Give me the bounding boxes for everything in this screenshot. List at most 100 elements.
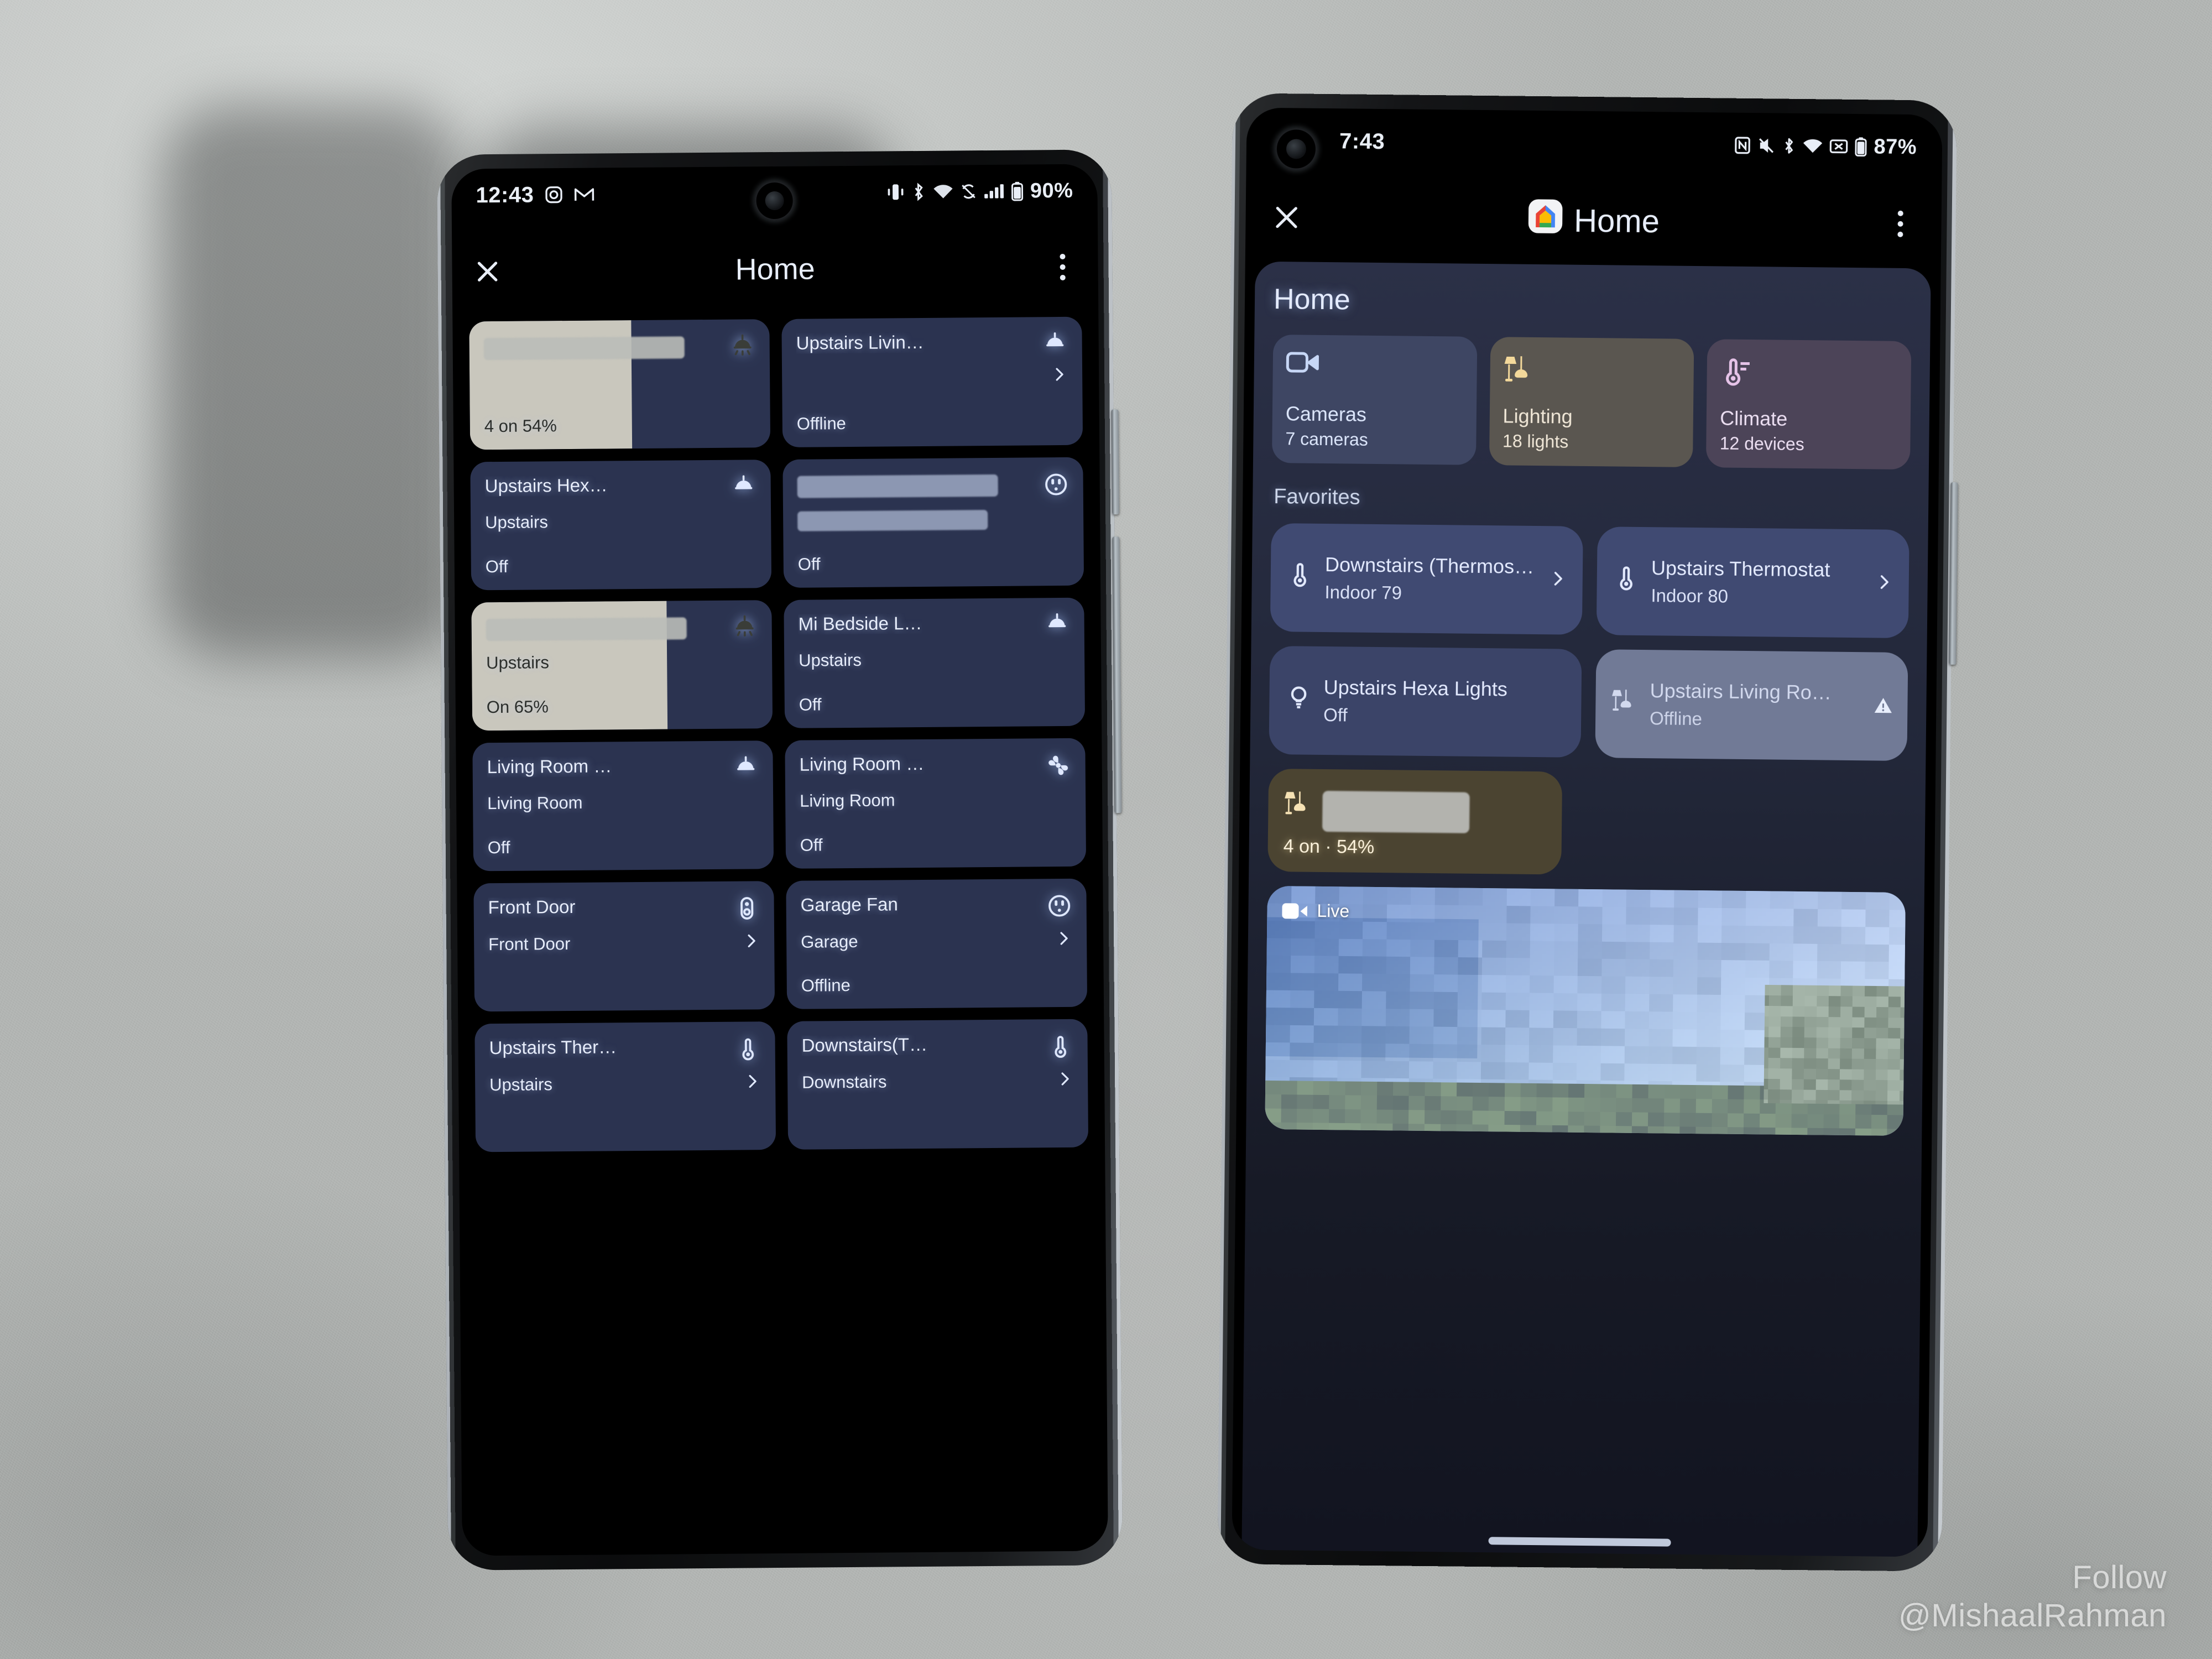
device-room: Upstairs — [489, 1074, 553, 1094]
right-phone-camera-punchhole — [1275, 128, 1318, 170]
bluetooth-audio-icon — [910, 182, 927, 201]
device-name: Garage Fan — [800, 894, 898, 915]
device-name: Downstairs(T… — [801, 1034, 928, 1056]
light-group-state: 4 on · 54% — [1283, 836, 1375, 858]
gmail-icon — [573, 186, 594, 203]
watermark-line-1: Follow — [2072, 1559, 2167, 1596]
watermark-line-2: @MishaalRahman — [1898, 1597, 2167, 1634]
pendant-light-icon — [1044, 612, 1070, 638]
light-group-tile[interactable]: 4 on · 54% — [1267, 768, 1562, 875]
camera-feed-card[interactable]: Live — [1265, 885, 1906, 1136]
chevron-right-icon[interactable] — [1875, 572, 1893, 594]
device-card[interactable]: Upstairs Livin… Offline — [781, 316, 1083, 447]
left-phone-volume-button[interactable] — [1111, 409, 1120, 515]
category-chip[interactable]: Climate 12 devices — [1706, 339, 1912, 470]
pendant-light-icon — [730, 333, 755, 359]
sync-disabled-icon — [960, 182, 978, 200]
category-chip-label: Climate — [1719, 406, 1788, 430]
device-card[interactable]: Upstairs On 65% — [471, 600, 773, 731]
device-room: Living Room — [800, 790, 895, 811]
kebab-menu-icon[interactable] — [1886, 210, 1915, 239]
category-chip-sublabel: 18 lights — [1502, 431, 1569, 452]
device-card[interactable]: 4 on 54% — [469, 319, 771, 450]
fan-icon — [1045, 753, 1071, 778]
signal-off-icon — [1829, 138, 1848, 155]
chevron-right-icon[interactable] — [1056, 1070, 1073, 1091]
google-home-icon — [1527, 199, 1563, 242]
chevron-right-icon[interactable] — [742, 932, 760, 952]
bulb-icon — [1285, 683, 1313, 718]
favorite-name: Upstairs Living Ro… — [1650, 679, 1832, 704]
device-card[interactable]: Upstairs Hex… Upstairs Off — [470, 460, 772, 591]
device-name-redacted — [797, 474, 999, 498]
home-panel: Home Cameras 7 cameras Lighting 18 light… — [1241, 261, 1931, 1557]
left-phone-screen: 12:43 90% Home 4 on 54% Upstairs Livin… … — [451, 164, 1108, 1556]
kebab-menu-icon[interactable] — [1049, 253, 1076, 280]
device-room: Upstairs — [485, 512, 549, 533]
pendant-light-icon — [1042, 331, 1068, 357]
navigation-pill[interactable] — [1488, 1537, 1671, 1547]
device-card[interactable]: Front Door Front Door — [473, 881, 775, 1012]
lamp-icon — [1611, 686, 1639, 721]
device-card[interactable]: Living Room … Living Room Off — [785, 738, 1087, 869]
favorites-grid: Downstairs (Thermos… Indoor 79 Upstairs … — [1269, 523, 1910, 761]
vibrate-icon — [888, 182, 904, 201]
doorbell-icon — [734, 895, 760, 921]
bluetooth-icon — [1782, 137, 1796, 155]
category-chip[interactable]: Lighting 18 lights — [1489, 337, 1694, 467]
warning-icon — [1873, 695, 1892, 717]
category-chip-label: Lighting — [1503, 404, 1573, 428]
device-room: Upstairs — [799, 650, 862, 670]
category-chip[interactable]: Cameras 7 cameras — [1271, 335, 1478, 465]
lamp-icon — [1503, 352, 1537, 386]
device-state: Off — [485, 556, 508, 577]
device-state: On 65% — [486, 697, 549, 717]
device-card[interactable]: Upstairs Ther… Upstairs — [474, 1021, 776, 1152]
device-name-redacted — [486, 617, 687, 641]
category-chip-sublabel: 12 devices — [1719, 433, 1804, 454]
favorite-card[interactable]: Downstairs (Thermos… Indoor 79 — [1270, 523, 1583, 635]
left-phone-shadow — [163, 105, 462, 658]
device-state: Off — [800, 835, 823, 855]
thermostat-icon — [1720, 354, 1754, 388]
device-card[interactable]: Garage Fan Garage Offline — [786, 878, 1088, 1009]
close-icon[interactable] — [1272, 203, 1301, 232]
chevron-right-icon[interactable] — [1055, 930, 1072, 950]
device-card[interactable]: Downstairs(T… Downstairs — [787, 1019, 1089, 1150]
thermostat-icon — [735, 1036, 761, 1061]
favorite-name: Downstairs (Thermos… — [1324, 552, 1535, 578]
outlet-icon — [1044, 472, 1069, 497]
device-room-redacted — [797, 510, 988, 531]
device-state: Off — [487, 837, 510, 858]
device-state: Offline — [796, 414, 846, 434]
left-status-time: 12:43 — [476, 182, 534, 207]
right-app-bar-title: Home — [1573, 202, 1660, 239]
favorite-name: Upstairs Hexa Lights — [1323, 675, 1508, 701]
chevron-right-icon[interactable] — [743, 1072, 761, 1093]
favorite-card[interactable]: Upstairs Thermostat Indoor 80 — [1596, 526, 1910, 639]
watermark: Follow @MishaalRahman — [1898, 1559, 2167, 1635]
favorite-state: Off — [1323, 705, 1348, 726]
device-card[interactable]: Living Room … Living Room Off — [472, 740, 774, 872]
favorites-section-title: Favorites — [1274, 485, 1360, 509]
device-room: Front Door — [488, 933, 571, 954]
device-state: Offline — [801, 975, 851, 995]
chevron-right-icon[interactable] — [1050, 366, 1068, 386]
device-card[interactable]: Mi Bedside L… Upstairs Off — [784, 597, 1086, 728]
device-state: Off — [799, 695, 822, 714]
device-name: Living Room … — [487, 756, 612, 778]
favorite-card[interactable]: Upstairs Hexa Lights Off — [1269, 645, 1582, 758]
close-icon[interactable] — [474, 258, 500, 285]
device-name: Upstairs Ther… — [489, 1037, 617, 1058]
pendant-light-icon — [731, 474, 757, 499]
camera-live-label: Live — [1317, 900, 1350, 921]
left-phone-camera-punchhole — [754, 180, 795, 221]
right-app-bar-title-group: Home — [1527, 199, 1660, 243]
device-card[interactable]: Off — [782, 457, 1084, 588]
camera-feed-pixelated-image — [1265, 885, 1906, 1136]
device-room: Garage — [801, 931, 858, 952]
favorite-card[interactable]: Upstairs Living Ro… Offline — [1595, 649, 1908, 761]
outlet-icon — [1046, 893, 1072, 919]
favorite-state: Indoor 80 — [1651, 585, 1729, 607]
chevron-right-icon[interactable] — [1548, 569, 1567, 591]
